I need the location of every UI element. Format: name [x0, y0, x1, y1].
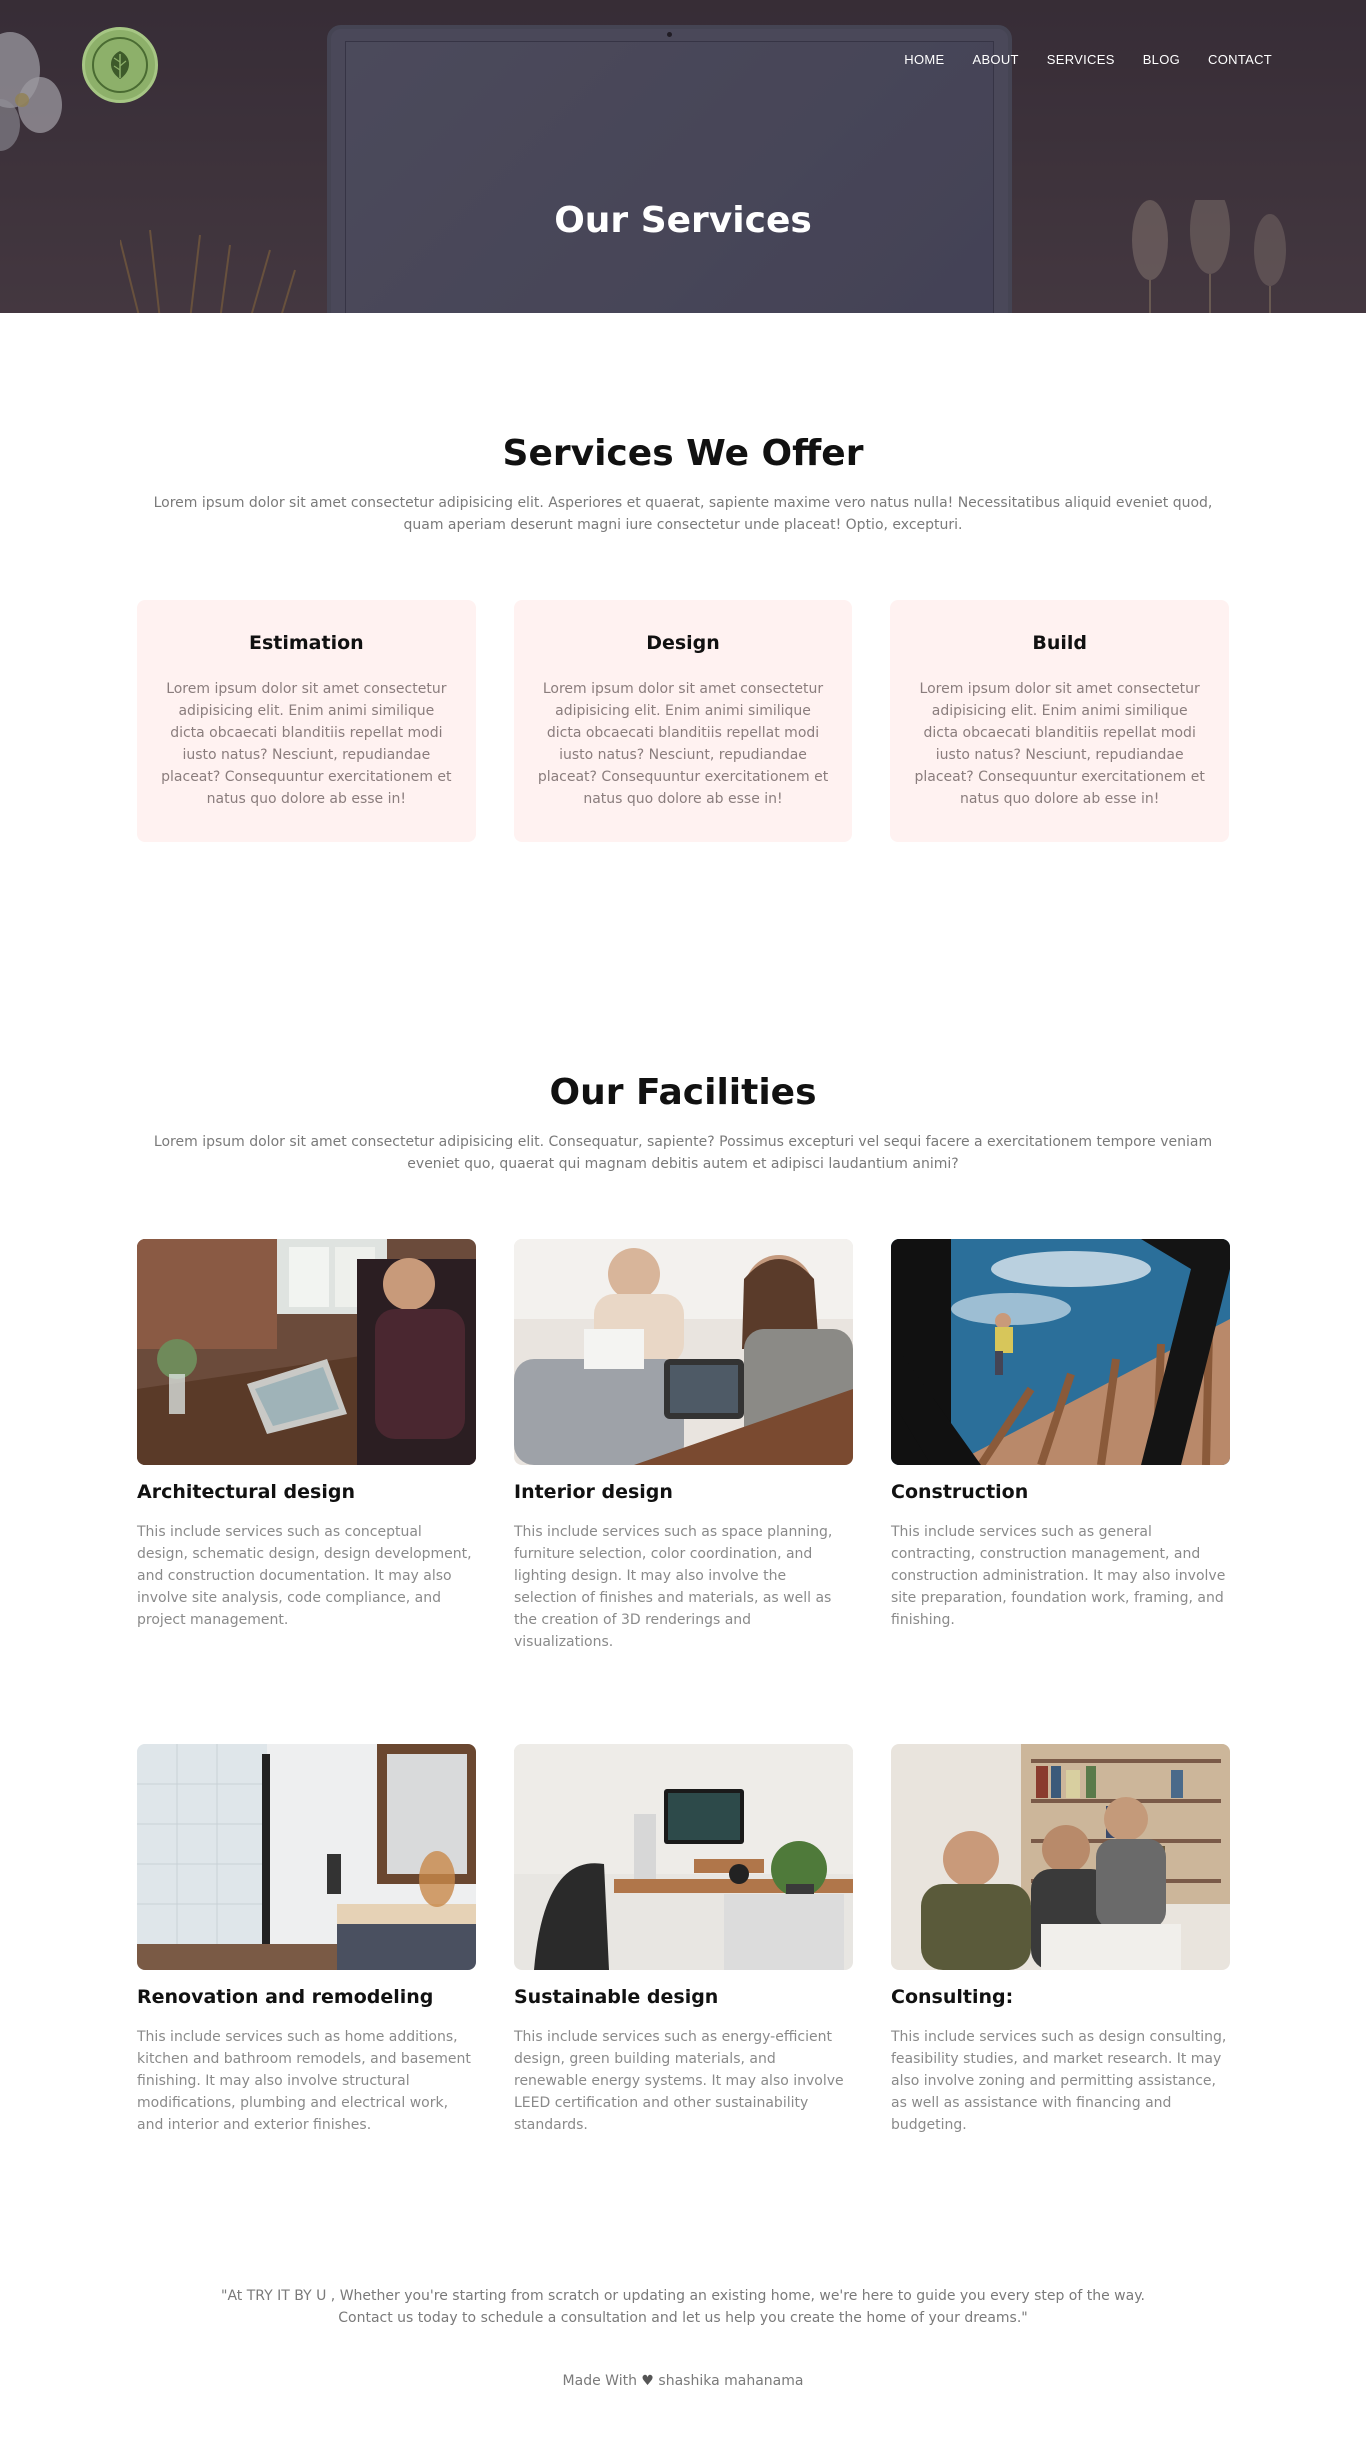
- hero-overlay: [0, 0, 1366, 313]
- closing-quote: "At TRY IT BY U , Whether you're startin…: [0, 2285, 1366, 2329]
- bathroom-renovation-photo: [137, 1744, 476, 1970]
- facility-card-interior: Interior design This include services su…: [514, 1239, 853, 1652]
- facility-text: This include services such as home addit…: [137, 2029, 471, 2133]
- consulting-team-photo: [891, 1744, 1230, 1970]
- facilities-title: Our Facilities: [549, 1072, 817, 1113]
- offer-card-title: Design: [646, 632, 720, 654]
- offer-card-text: Lorem ipsum dolor sit amet consectetur a…: [537, 681, 829, 807]
- nav-services[interactable]: SERVICES: [1047, 52, 1115, 67]
- facilities-section: Our Facilities Lorem ipsum dolor sit ame…: [0, 842, 1366, 2329]
- facility-card-sustainable: Sustainable design This include services…: [514, 1744, 853, 2157]
- nav-about[interactable]: ABOUT: [972, 52, 1018, 67]
- quote-line-2: Contact us today to schedule a consultat…: [338, 2310, 1028, 2326]
- site-logo[interactable]: [82, 27, 158, 103]
- facility-title: Sustainable design: [514, 1986, 719, 2008]
- facility-title: Renovation and remodeling: [137, 1986, 434, 2008]
- facility-card-renovation: Renovation and remodeling This include s…: [137, 1744, 476, 2157]
- offer-cards: Estimation Lorem ipsum dolor sit amet co…: [137, 600, 1230, 842]
- offer-title: Services We Offer: [502, 433, 864, 474]
- facility-title: Architectural design: [137, 1481, 355, 1503]
- nav-contact[interactable]: CONTACT: [1208, 52, 1272, 67]
- facility-text: This include services such as general co…: [891, 1524, 1226, 1628]
- facility-text: This include services such as energy-eff…: [514, 2029, 844, 2133]
- facility-title: Interior design: [514, 1481, 673, 1503]
- facility-text: This include services such as space plan…: [514, 1524, 833, 1650]
- facilities-grid: Architectural design This include servic…: [137, 1239, 1230, 2157]
- offer-card-title: Build: [1032, 632, 1087, 654]
- offer-card-text: Lorem ipsum dolor sit amet consectetur a…: [161, 681, 452, 807]
- sustainable-desk-photo: [514, 1744, 853, 1970]
- hero-banner: HOME ABOUT SERVICES BLOG CONTACT Our Ser…: [0, 0, 1366, 313]
- offer-card-design: Design Lorem ipsum dolor sit amet consec…: [513, 600, 853, 842]
- construction-framing-photo: [891, 1239, 1230, 1465]
- main-nav: HOME ABOUT SERVICES BLOG CONTACT: [904, 52, 1272, 67]
- offer-subtitle: Lorem ipsum dolor sit amet consectetur a…: [153, 495, 1213, 533]
- offer-card-title: Estimation: [248, 632, 364, 654]
- facility-title: Construction: [891, 1481, 1029, 1503]
- facility-title: Consulting:: [891, 1986, 1014, 2008]
- made-with-text: Made With: [562, 2373, 637, 2389]
- facility-text: This include services such as design con…: [891, 2029, 1227, 2133]
- footer: Made With ♥ shashika mahanama: [0, 2373, 1366, 2429]
- offer-card-build: Build Lorem ipsum dolor sit amet consect…: [890, 600, 1230, 842]
- facility-text: This include services such as conceptual…: [137, 1524, 472, 1628]
- page-title: Our Services: [554, 200, 812, 241]
- author-name: shashika mahanama: [658, 2373, 804, 2389]
- facility-card-architectural: Architectural design This include servic…: [137, 1239, 476, 1652]
- architect-laptop-photo: [137, 1239, 476, 1465]
- offer-card-text: Lorem ipsum dolor sit amet consectetur a…: [914, 681, 1205, 807]
- interior-meeting-photo: [514, 1239, 853, 1465]
- services-offer-section: Services We Offer Lorem ipsum dolor sit …: [0, 313, 1366, 842]
- facilities-subtitle: Lorem ipsum dolor sit amet consectetur a…: [153, 1134, 1213, 1172]
- quote-line-1: "At TRY IT BY U , Whether you're startin…: [221, 2288, 1145, 2304]
- facility-card-construction: Construction This include services such …: [891, 1239, 1230, 1652]
- leaf-icon: [92, 37, 148, 93]
- offer-card-estimation: Estimation Lorem ipsum dolor sit amet co…: [137, 600, 476, 842]
- nav-home[interactable]: HOME: [904, 52, 944, 67]
- heart-icon: ♥: [641, 2373, 654, 2389]
- nav-blog[interactable]: BLOG: [1143, 52, 1180, 67]
- facility-card-consulting: Consulting: This include services such a…: [891, 1744, 1230, 2157]
